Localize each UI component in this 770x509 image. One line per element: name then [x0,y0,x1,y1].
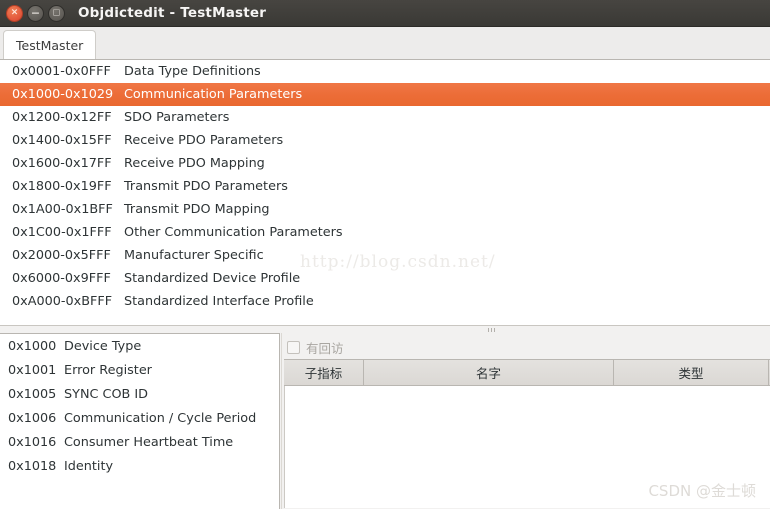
index-range-value: 0x1A00-0x1BFF [12,202,124,217]
object-list-row[interactable]: 0x1005SYNC COB ID [0,382,279,406]
index-range-value: 0x6000-0x9FFF [12,271,124,286]
callback-checkbox-label: 有回访 [306,338,344,357]
index-range-description: Other Communication Parameters [124,225,343,240]
index-range-description: Transmit PDO Mapping [124,202,270,217]
object-index: 0x1005 [8,387,64,402]
maximize-icon: □ [53,9,61,17]
index-range-value: 0x2000-0x5FFF [12,248,124,263]
table-column-header[interactable]: 类型 [614,360,769,385]
object-name: Error Register [64,363,152,378]
index-range-description: Standardized Interface Profile [124,294,314,309]
index-range-description: Receive PDO Parameters [124,133,283,148]
close-icon: × [11,8,19,17]
index-range-row[interactable]: 0x6000-0x9FFFStandardized Device Profile [0,267,770,290]
index-range-description: Receive PDO Mapping [124,156,265,171]
minimize-button[interactable]: − [27,5,44,22]
index-range-row[interactable]: 0x1C00-0x1FFFOther Communication Paramet… [0,221,770,244]
index-range-row[interactable]: 0x1400-0x15FFReceive PDO Parameters [0,129,770,152]
index-range-value: 0x1000-0x1029 [12,87,124,102]
object-index-list[interactable]: 0x1000Device Type0x1001Error Register0x1… [0,333,280,509]
tab-label: TestMaster [16,38,83,53]
minimize-icon: − [31,7,40,18]
title-bar: × − □ Objdictedit - TestMaster [0,0,770,27]
index-range-value: 0x1600-0x17FF [12,156,124,171]
object-name: SYNC COB ID [64,387,148,402]
index-range-description: SDO Parameters [124,110,229,125]
index-range-description: Standardized Device Profile [124,271,300,286]
object-name: Identity [64,459,113,474]
horizontal-splitter[interactable] [0,325,770,333]
index-range-value: 0x0001-0x0FFF [12,64,124,79]
object-list-row[interactable]: 0x1001Error Register [0,358,279,382]
object-index: 0x1006 [8,411,64,426]
application-window: × − □ Objdictedit - TestMaster TestMaste… [0,0,770,509]
window-title: Objdictedit - TestMaster [78,5,266,21]
maximize-button[interactable]: □ [48,5,65,22]
window-controls: × − □ [6,5,65,22]
callback-checkbox-row[interactable]: 有回访 [287,337,344,357]
index-range-row[interactable]: 0x2000-0x5FFFManufacturer Specific [0,244,770,267]
index-range-row[interactable]: 0x1200-0x12FFSDO Parameters [0,106,770,129]
object-list-row[interactable]: 0x1016Consumer Heartbeat Time [0,430,279,454]
index-range-description: Data Type Definitions [124,64,261,79]
close-button[interactable]: × [6,5,23,22]
table-column-header[interactable]: 名字 [364,360,614,385]
object-index: 0x1016 [8,435,64,450]
object-name: Communication / Cycle Period [64,411,256,426]
object-list-row[interactable]: 0x1018Identity [0,454,279,478]
callback-checkbox[interactable] [287,341,300,354]
object-list-row[interactable]: 0x1006Communication / Cycle Period [0,406,279,430]
index-range-value: 0x1C00-0x1FFF [12,225,124,240]
object-name: Consumer Heartbeat Time [64,435,233,450]
index-range-row[interactable]: 0x1800-0x19FFTransmit PDO Parameters [0,175,770,198]
index-range-list[interactable]: 0x0001-0x0FFFData Type Definitions0x1000… [0,59,770,325]
index-range-row[interactable]: 0x1600-0x17FFReceive PDO Mapping [0,152,770,175]
object-list-row[interactable]: 0x1000Device Type [0,334,279,358]
object-index: 0x1001 [8,363,64,378]
index-range-value: 0x1200-0x12FF [12,110,124,125]
tab-testmaster[interactable]: TestMaster [3,30,96,59]
splitter-grip-icon [488,328,498,332]
index-range-description: Communication Parameters [124,87,302,102]
table-column-header[interactable]: 子指标 [284,360,364,385]
index-range-value: 0x1800-0x19FF [12,179,124,194]
index-range-row[interactable]: 0x1000-0x1029Communication Parameters [0,83,770,106]
index-range-description: Manufacturer Specific [124,248,264,263]
subindex-detail-panel: 有回访 子指标名字类型 [283,333,770,509]
index-range-value: 0xA000-0xBFFF [12,294,124,309]
index-range-value: 0x1400-0x15FF [12,133,124,148]
index-range-row[interactable]: 0x1A00-0x1BFFTransmit PDO Mapping [0,198,770,221]
object-index: 0x1018 [8,459,64,474]
index-range-row[interactable]: 0xA000-0xBFFFStandardized Interface Prof… [0,290,770,313]
object-index: 0x1000 [8,339,64,354]
index-range-description: Transmit PDO Parameters [124,179,288,194]
subindex-table-body[interactable] [284,386,770,508]
object-name: Device Type [64,339,141,354]
index-range-row[interactable]: 0x0001-0x0FFFData Type Definitions [0,60,770,83]
tab-bar: TestMaster [0,27,770,59]
subindex-table-header: 子指标名字类型 [284,359,770,386]
